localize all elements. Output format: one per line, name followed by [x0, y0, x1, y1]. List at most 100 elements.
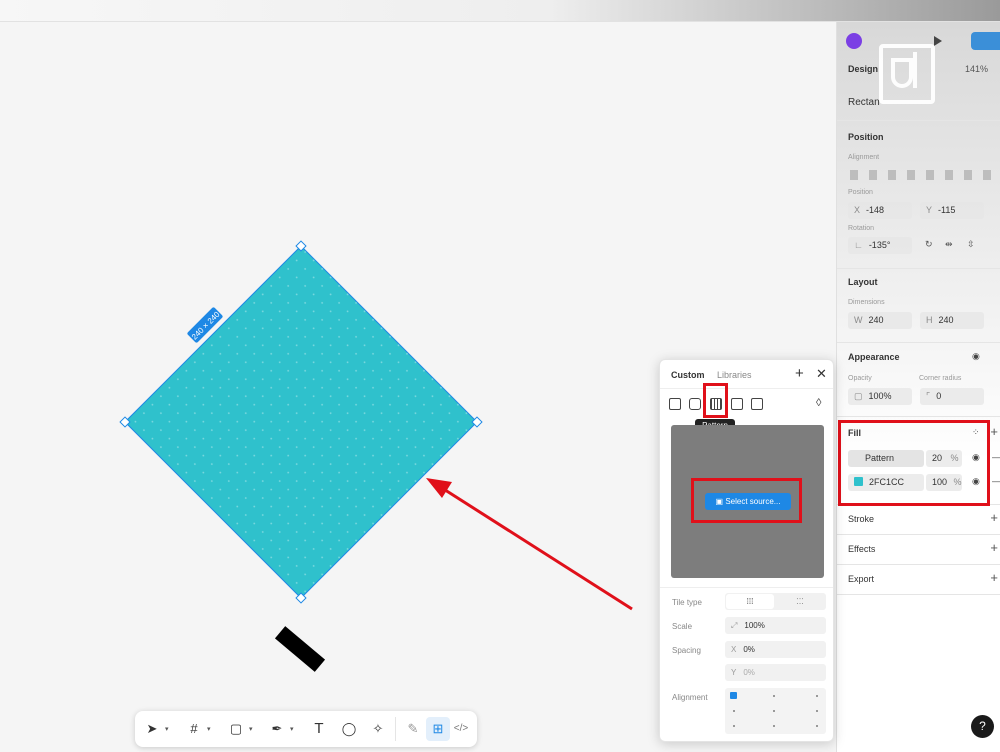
chevron-down-icon[interactable]: ▾ — [290, 725, 294, 733]
gradient-fill-icon[interactable] — [689, 398, 701, 410]
angle-icon: ∟ — [854, 240, 863, 250]
y-key: Y — [926, 205, 933, 215]
spacing-x-value: 0% — [743, 645, 755, 654]
move-tool-icon[interactable]: ➤ — [144, 721, 160, 737]
stroke-section-title: Stroke — [848, 514, 875, 524]
layout-section-title: Layout — [848, 277, 878, 287]
annotation-arrow — [426, 478, 633, 611]
dev-mode-icon[interactable]: </> — [453, 721, 469, 737]
rotate-icon[interactable]: ↻ — [925, 239, 933, 250]
remove-color-fill-icon[interactable]: — — [992, 476, 1000, 486]
chevron-down-icon[interactable]: ▾ — [249, 725, 253, 733]
scale-field[interactable]: ⤢ 100% — [725, 617, 826, 634]
tile-type-toggle[interactable]: ⁞⁞⁞ ⁚⁚⁚ — [725, 593, 826, 610]
properties-panel: Design 141% Rectan Position Alignment Po… — [836, 22, 1000, 752]
scale-label: Scale — [672, 622, 693, 631]
share-button[interactable] — [971, 32, 1000, 50]
add-fill-icon[interactable]: + — [990, 424, 998, 439]
w-key: W — [854, 315, 863, 325]
flip-vertical-icon[interactable]: ⇳ — [967, 239, 975, 250]
fill-highlight-box — [838, 420, 990, 506]
spacing-y-value: 0% — [743, 668, 755, 677]
flip-horizontal-icon[interactable]: ⇹ — [945, 239, 953, 250]
remove-pattern-fill-icon[interactable]: — — [992, 452, 1000, 462]
scale-value: 100% — [744, 621, 765, 630]
alignment-grid[interactable] — [725, 688, 826, 734]
help-button[interactable]: ? — [971, 715, 994, 738]
add-export-icon[interactable]: + — [990, 570, 998, 585]
divider — [660, 587, 833, 588]
brand-logo-watermark — [879, 44, 935, 104]
rotation-field[interactable]: ∟ -135° — [848, 237, 912, 254]
eyedropper-icon[interactable]: ◊ — [816, 397, 821, 409]
y-value: -115 — [938, 205, 956, 215]
add-effect-icon[interactable]: + — [990, 540, 998, 555]
h-key: H — [926, 315, 933, 325]
radius-value: 0 — [936, 391, 942, 401]
opacity-field[interactable]: ▢ 100% — [848, 388, 912, 405]
position-label: Position — [848, 189, 873, 196]
scale-icon: ⤢ — [731, 621, 738, 630]
corner-radius-field[interactable]: ⌜ 0 — [920, 388, 984, 405]
rotation-label: Rotation — [848, 225, 875, 232]
pen-tool-icon[interactable]: ✒ — [269, 721, 285, 737]
appearance-section-title: Appearance — [848, 352, 900, 362]
tile-grid-icon[interactable]: ⁞⁞⁞ — [726, 594, 774, 609]
x-key: X — [854, 205, 861, 215]
w-value: 240 — [868, 315, 884, 325]
width-field[interactable]: W 240 — [848, 312, 912, 329]
spacing-y-key: Y — [731, 668, 737, 677]
opacity-value: 100% — [868, 391, 892, 401]
fill-picker-popup: Custom Libraries + ✕ ◊ Pattern ▣ Select … — [659, 359, 834, 742]
alignment-label: Alignment — [672, 693, 708, 702]
draw-mode-icon[interactable]: ✎ — [405, 721, 421, 737]
x-value: -148 — [866, 205, 885, 215]
shape-tool-icon[interactable]: ▢ — [228, 721, 244, 737]
actions-icon[interactable]: ✧ — [370, 721, 386, 737]
tab-libraries[interactable]: Libraries — [717, 370, 752, 380]
rotation-value: -135° — [868, 240, 891, 250]
text-tool-icon[interactable]: T — [311, 721, 327, 737]
tab-design[interactable]: Design — [848, 64, 878, 74]
toolbar-divider — [395, 717, 396, 741]
alignment-buttons[interactable] — [850, 170, 998, 180]
pattern-icon-highlight-box — [703, 383, 728, 418]
avatar[interactable] — [846, 33, 862, 49]
h-value: 240 — [938, 315, 954, 325]
tile-type-label: Tile type — [672, 598, 702, 607]
frame-tool-icon[interactable]: # — [186, 721, 202, 737]
title-bar — [0, 0, 1000, 22]
export-section-title: Export — [848, 574, 875, 584]
tile-offset-icon[interactable]: ⁚⁚⁚ — [776, 594, 824, 609]
add-stroke-icon[interactable]: + — [990, 510, 998, 525]
play-icon[interactable] — [934, 36, 942, 46]
solid-fill-icon[interactable] — [669, 398, 681, 410]
zoom-level[interactable]: 141% — [965, 64, 988, 74]
tab-custom[interactable]: Custom — [671, 370, 705, 380]
position-y-field[interactable]: Y -115 — [920, 202, 984, 219]
design-mode-icon[interactable]: ⊞ — [430, 721, 446, 737]
corner-radius-label: Corner radius — [919, 375, 962, 382]
comment-tool-icon[interactable]: ◯ — [341, 721, 357, 737]
spacing-x-key: X — [731, 645, 737, 654]
height-field[interactable]: H 240 — [920, 312, 984, 329]
layer-name: Rectan — [848, 97, 880, 108]
close-icon[interactable]: ✕ — [816, 366, 827, 382]
alignment-selected-dot[interactable] — [730, 692, 737, 699]
position-section-title: Position — [848, 132, 884, 142]
position-x-field[interactable]: X -148 — [848, 202, 912, 219]
visibility-eye-icon[interactable]: ◉ — [972, 351, 980, 362]
chevron-down-icon[interactable]: ▾ — [207, 725, 211, 733]
video-fill-icon[interactable] — [751, 398, 763, 410]
spacing-y-field[interactable]: Y 0% — [725, 664, 826, 681]
select-source-highlight-box — [691, 478, 802, 523]
divider — [660, 388, 833, 389]
opacity-label: Opacity — [848, 375, 872, 382]
image-fill-icon[interactable] — [731, 398, 743, 410]
chevron-down-icon[interactable]: ▾ — [165, 725, 169, 733]
opacity-icon: ▢ — [854, 391, 863, 401]
add-icon[interactable]: + — [795, 365, 804, 382]
spacing-label: Spacing — [672, 646, 701, 655]
bottom-toolbar: ➤ ▾ # ▾ ▢ ▾ ✒ ▾ T ◯ ✧ ✎ ⊞ </> — [135, 711, 477, 747]
spacing-x-field[interactable]: X 0% — [725, 641, 826, 658]
